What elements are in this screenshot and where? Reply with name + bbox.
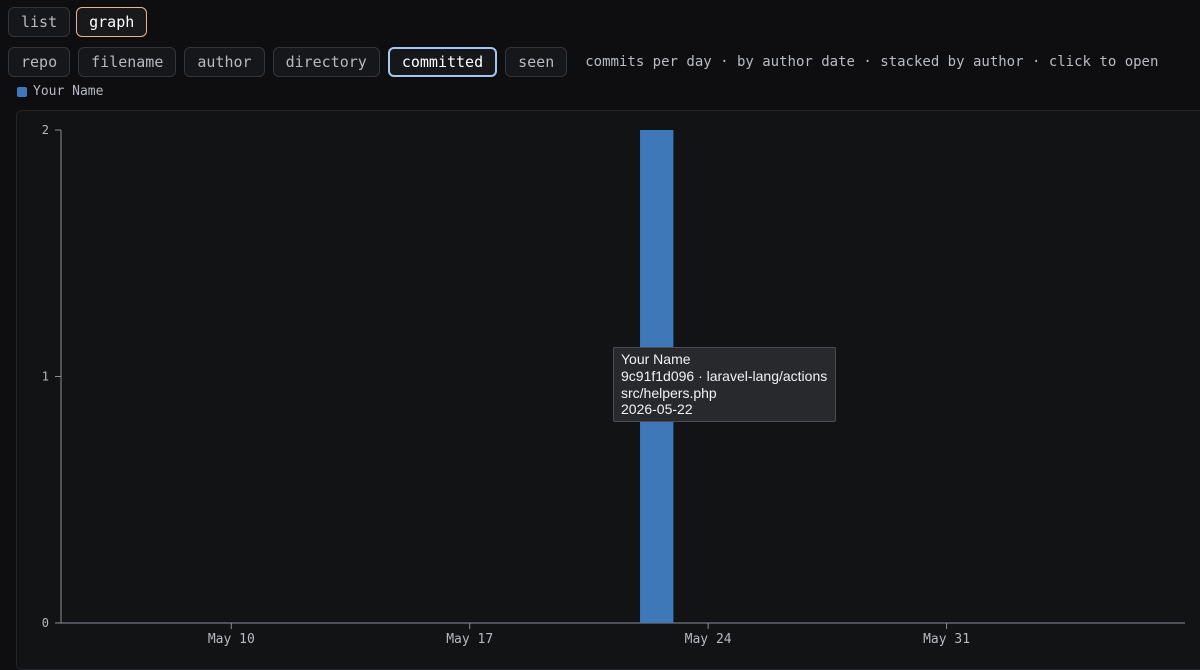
x-tick-label: May 24 xyxy=(685,632,732,647)
tooltip-commit: 9c91f1d096 · laravel-lang/actions xyxy=(621,367,828,384)
tooltip-file: src/helpers.php xyxy=(621,384,717,401)
x-tick-label: May 10 xyxy=(208,632,255,647)
commits-chart: 0 1 2 May 10 May 17 May 24 May 31 xyxy=(42,123,1185,647)
commit-tooltip: Your Name 9c91f1d096 · laravel-lang/acti… xyxy=(613,347,837,423)
y-tick-label: 0 xyxy=(42,616,49,630)
x-tick-label: May 31 xyxy=(923,632,970,647)
y-tick-label: 2 xyxy=(42,123,49,137)
tooltip-date: 2026-05-22 xyxy=(621,401,693,418)
tooltip-author: Your Name xyxy=(621,351,691,367)
y-tick-label: 1 xyxy=(42,370,49,384)
x-tick-label: May 17 xyxy=(446,632,493,647)
